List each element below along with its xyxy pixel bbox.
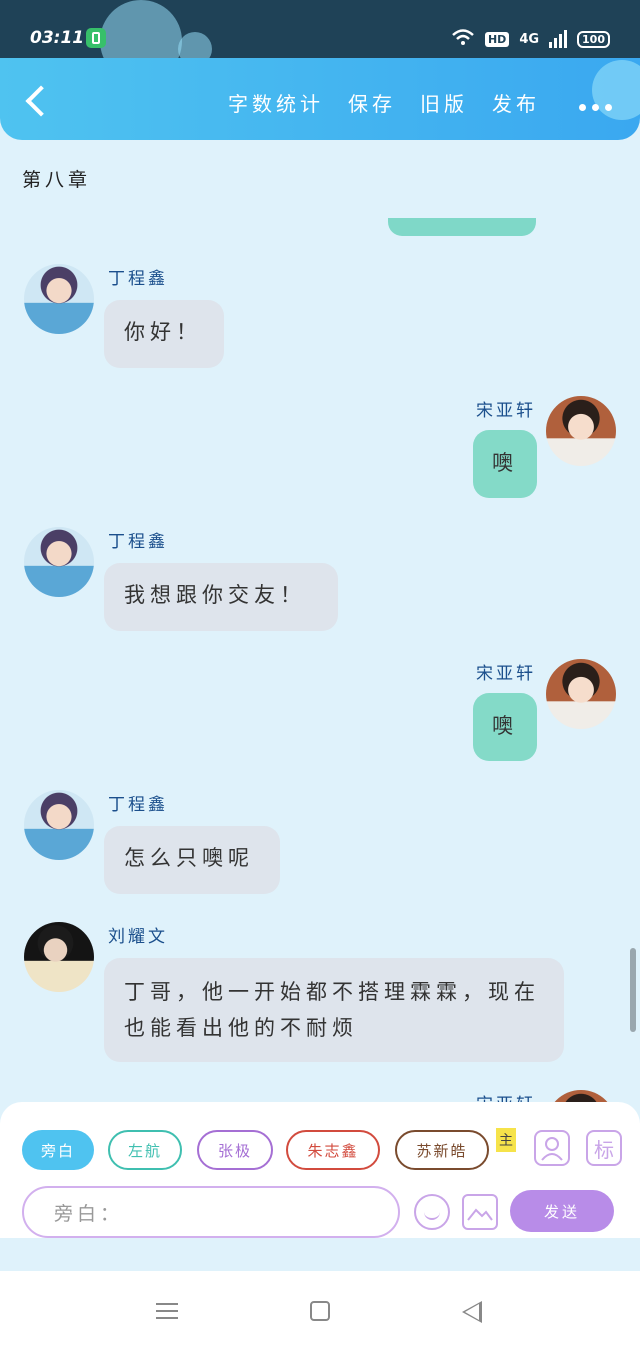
role-chip[interactable]: 左航 [108, 1130, 182, 1170]
avatar[interactable] [24, 264, 94, 334]
role-chip-narration[interactable]: 旁白 [22, 1130, 94, 1170]
message-bubble[interactable]: 丁哥，他一开始都不搭理霖霖，现在也能看出他的不耐烦 [104, 958, 564, 1062]
old-version-button[interactable]: 旧版 [420, 88, 468, 117]
home-icon[interactable] [310, 1301, 330, 1321]
message-bubble[interactable]: 噢 [473, 693, 537, 761]
image-icon[interactable] [462, 1194, 498, 1230]
publish-button[interactable]: 发布 [492, 88, 540, 117]
message-bubble[interactable]: 我想跟你交友！ [104, 563, 338, 631]
speaker-name: 宋亚轩 [476, 401, 536, 421]
message-bubble[interactable]: 噢 [473, 430, 537, 498]
status-bar: 03:11 HD 4G 100 [0, 0, 640, 82]
scrollbar[interactable] [630, 948, 636, 1032]
avatar[interactable] [24, 922, 94, 992]
message-bubble[interactable]: 你好！ [104, 300, 224, 368]
battery-icon: 100 [577, 30, 610, 48]
speaker-name: 丁程鑫 [108, 269, 168, 289]
avatar[interactable] [24, 527, 94, 597]
more-options-button[interactable] [579, 104, 612, 111]
role-chip[interactable]: 苏新皓 [395, 1130, 489, 1170]
signal-icon [549, 30, 568, 48]
hd-icon: HD [484, 31, 510, 47]
wifi-icon [451, 28, 475, 50]
app-notification-icon [86, 28, 106, 48]
network-label: 4G [519, 31, 540, 47]
editor-header: 字数统计 保存 旧版 发布 [0, 58, 640, 140]
status-time: 03:11 [30, 28, 85, 48]
main-role-badge[interactable]: 主 [496, 1128, 516, 1152]
avatar[interactable] [546, 659, 616, 729]
composer-panel: 旁白 左航 张极 朱志鑫 苏新皓 主 标 旁白： 发送 [0, 1102, 640, 1238]
speaker-name: 丁程鑫 [108, 532, 168, 552]
speaker-name: 丁程鑫 [108, 795, 168, 815]
back-button[interactable] [22, 80, 52, 120]
person-icon[interactable] [534, 1130, 570, 1166]
menu-icon[interactable] [156, 1303, 178, 1319]
role-chip[interactable]: 张极 [197, 1130, 273, 1170]
avatar[interactable] [24, 790, 94, 860]
label-icon[interactable]: 标 [586, 1130, 622, 1166]
speaker-name: 宋亚轩 [476, 664, 536, 684]
message-bubble-partial [388, 218, 536, 236]
save-button[interactable]: 保存 [348, 88, 396, 117]
speaker-name: 刘耀文 [108, 927, 168, 947]
avatar[interactable] [546, 396, 616, 466]
role-chip[interactable]: 朱志鑫 [286, 1130, 380, 1170]
message-bubble[interactable]: 怎么只噢呢 [104, 826, 280, 894]
send-button[interactable]: 发送 [510, 1190, 614, 1232]
chapter-title: 第八章 [22, 169, 92, 191]
word-count-button[interactable]: 字数统计 [228, 88, 324, 117]
back-triangle-icon[interactable] [462, 1301, 482, 1323]
system-nav-bar [0, 1271, 640, 1351]
message-input[interactable]: 旁白： [22, 1186, 400, 1238]
header-actions: 字数统计 保存 旧版 发布 [228, 88, 540, 117]
status-indicators: HD 4G 100 [451, 28, 610, 50]
decorative-bubble [592, 60, 640, 120]
emoji-icon[interactable] [414, 1194, 450, 1230]
